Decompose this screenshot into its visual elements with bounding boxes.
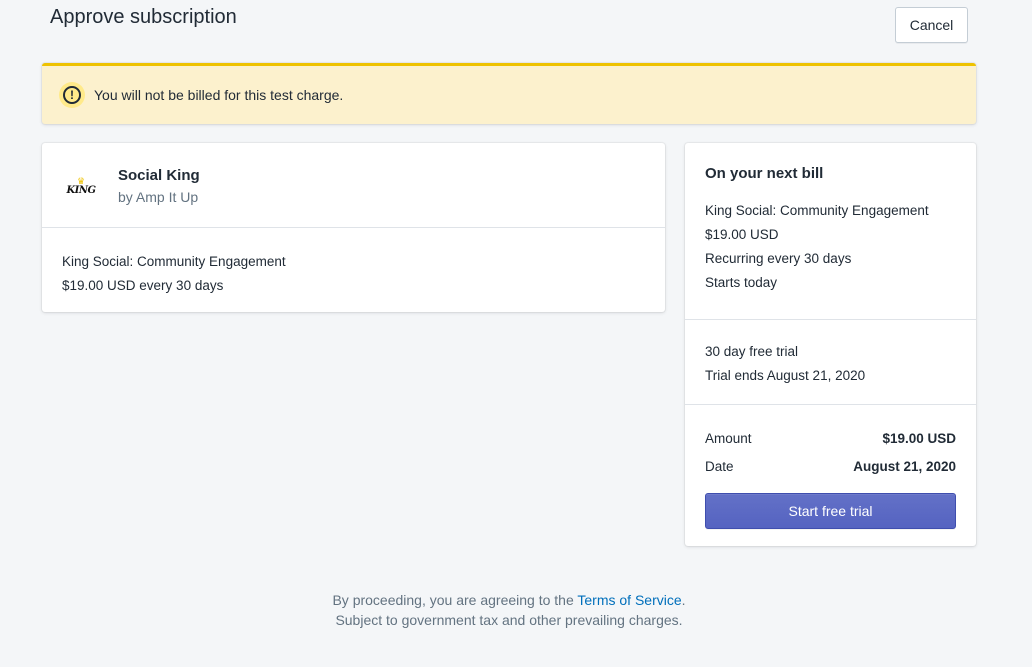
bill-starts: Starts today bbox=[705, 275, 778, 290]
bill-amount-row: Amount $19.00 USD bbox=[705, 425, 956, 453]
bill-heading: On your next bill bbox=[705, 165, 824, 182]
terms-of-service-link[interactable]: Terms of Service bbox=[577, 592, 681, 608]
app-plan-price: $19.00 USD every 30 days bbox=[62, 278, 224, 293]
bill-price: $19.00 USD bbox=[705, 227, 779, 242]
footer-tax-line: Subject to government tax and other prev… bbox=[335, 612, 683, 628]
alert-circle-icon: ! bbox=[59, 82, 85, 108]
test-charge-banner: ! You will not be billed for this test c… bbox=[42, 63, 976, 124]
bill-date-label: Date bbox=[705, 459, 734, 474]
start-free-trial-button[interactable]: Start free trial bbox=[705, 493, 956, 529]
page-title: Approve subscription bbox=[50, 6, 237, 28]
cancel-button[interactable]: Cancel bbox=[895, 7, 968, 43]
app-logo-text: KING bbox=[66, 184, 96, 196]
approve-subscription-page: Approve subscription Cancel ! You will n… bbox=[0, 0, 1032, 667]
banner-message: You will not be billed for this test cha… bbox=[94, 87, 344, 103]
bill-total-section: Amount $19.00 USD Date August 21, 2020 S… bbox=[685, 405, 976, 529]
bill-amount-label: Amount bbox=[705, 431, 752, 446]
app-plan-name: King Social: Community Engagement bbox=[62, 254, 286, 269]
bill-plan-section: On your next bill King Social: Community… bbox=[685, 143, 976, 320]
bill-amount-value: $19.00 USD bbox=[882, 431, 956, 446]
footer-prefix: By proceeding, you are agreeing to the bbox=[332, 592, 578, 608]
footer-suffix: . bbox=[681, 592, 686, 608]
app-header: ♛ KING Social King by Amp It Up bbox=[42, 143, 665, 228]
bill-date-value: August 21, 2020 bbox=[853, 459, 956, 474]
app-plan-details: King Social: Community Engagement $19.00… bbox=[42, 228, 665, 298]
bill-trial-ends: Trial ends August 21, 2020 bbox=[705, 368, 866, 383]
next-bill-card: On your next bill King Social: Community… bbox=[685, 143, 976, 546]
bill-date-row: Date August 21, 2020 bbox=[705, 453, 956, 481]
footer: By proceeding, you are agreeing to the T… bbox=[0, 590, 1018, 630]
footer-terms-line: By proceeding, you are agreeing to the T… bbox=[0, 590, 1018, 610]
bill-recurring: Recurring every 30 days bbox=[705, 251, 852, 266]
app-name: Social King bbox=[118, 167, 200, 184]
bill-trial-section: 30 day free trial Trial ends August 21, … bbox=[685, 320, 976, 405]
bill-trial: 30 day free trial bbox=[705, 344, 799, 359]
app-summary-card: ♛ KING Social King by Amp It Up King Soc… bbox=[42, 143, 665, 312]
bill-plan-name: King Social: Community Engagement bbox=[705, 203, 929, 218]
app-developer: by Amp It Up bbox=[118, 189, 199, 205]
app-logo: ♛ KING bbox=[64, 169, 98, 203]
